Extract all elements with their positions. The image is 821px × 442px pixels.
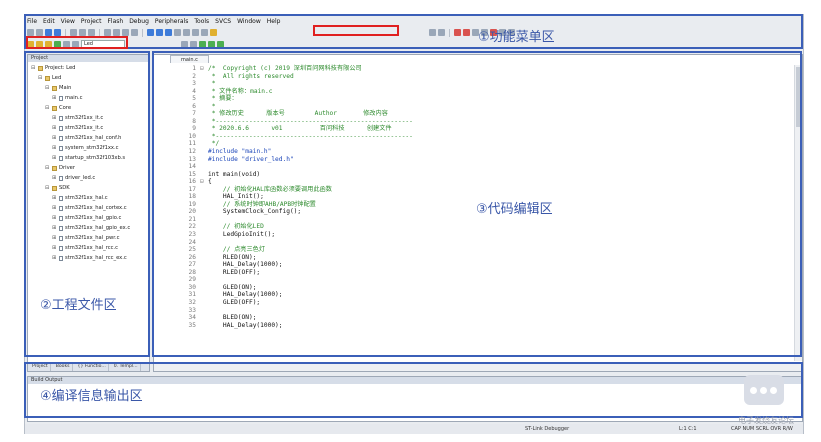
build-toolbar-highlight xyxy=(26,36,128,49)
forum-watermark: 电子发烧友论坛 xyxy=(738,365,804,435)
label-menu-area: ①功能菜单区 xyxy=(478,30,555,45)
debug-toolbar-highlight xyxy=(313,25,399,36)
label-output-area: ④编译信息输出区 xyxy=(40,389,143,404)
status-cursor-position: L:1 C:1 xyxy=(679,426,697,432)
label-editor-area: ③代码编辑区 xyxy=(476,202,553,217)
label-project-area: ②工程文件区 xyxy=(40,298,117,313)
watermark-text: 电子发烧友论坛 xyxy=(738,416,794,425)
status-debugger: ST-Link Debugger xyxy=(525,426,570,432)
status-bar: ST-Link Debugger L:1 C:1 CAP NUM SCRL OV… xyxy=(25,424,803,434)
menu-area-frame xyxy=(24,14,803,49)
chat-bubble-icon xyxy=(744,375,784,405)
